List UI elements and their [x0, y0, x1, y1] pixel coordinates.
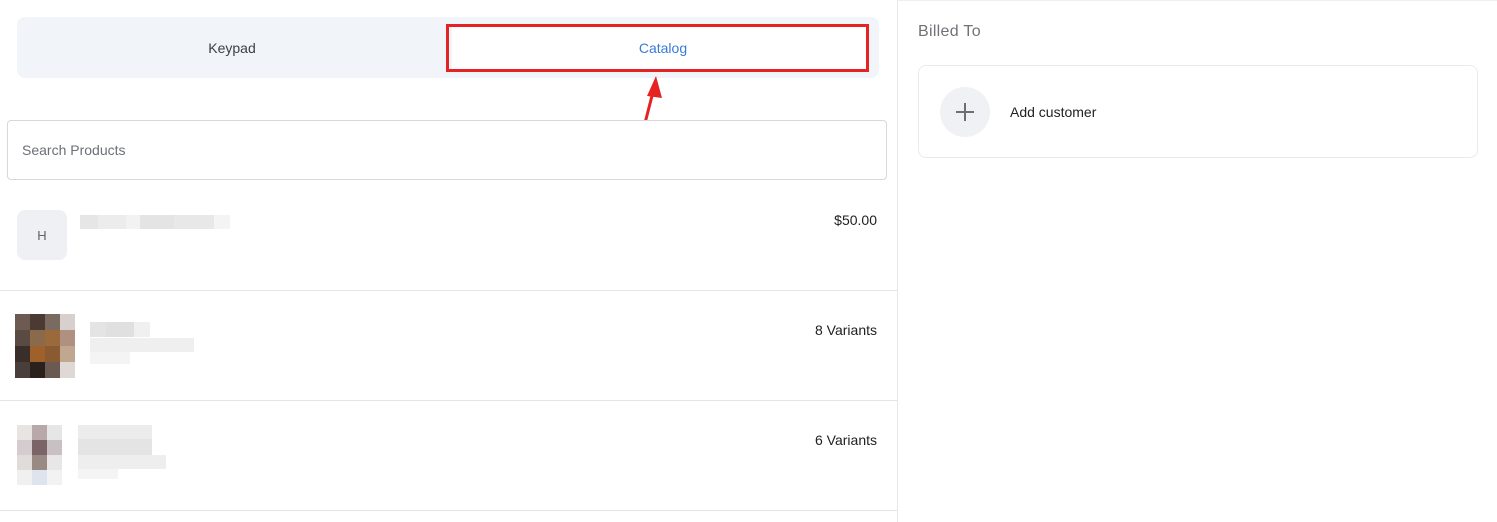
product-avatar: H	[17, 210, 67, 260]
add-customer-label: Add customer	[1010, 104, 1097, 120]
product-row[interactable]: 6 Variants	[0, 401, 897, 511]
tab-keypad[interactable]: Keypad	[17, 17, 447, 78]
product-avatar-letter: H	[37, 227, 47, 243]
search-products-input[interactable]	[7, 120, 887, 180]
product-row[interactable]: 8 Variants	[0, 291, 897, 401]
product-price: $50.00	[834, 212, 877, 228]
billing-pane: Billed To Add customer	[897, 0, 1497, 522]
plus-icon	[940, 87, 990, 137]
tab-catalog[interactable]: Catalog	[447, 17, 879, 78]
product-row[interactable]: H $50.00	[0, 181, 897, 291]
product-thumbnail	[15, 314, 75, 378]
billed-to-heading: Billed To	[918, 23, 981, 40]
tab-keypad-label: Keypad	[208, 39, 256, 56]
product-variants-count: 8 Variants	[815, 322, 877, 338]
mode-tabs: Keypad Catalog	[17, 17, 879, 78]
product-variants-count: 6 Variants	[815, 432, 877, 448]
tab-catalog-label: Catalog	[638, 39, 688, 56]
catalog-pane: Keypad Catalog H $50.00	[0, 0, 897, 522]
product-thumbnail	[17, 425, 62, 485]
add-customer-button[interactable]: Add customer	[918, 65, 1478, 158]
